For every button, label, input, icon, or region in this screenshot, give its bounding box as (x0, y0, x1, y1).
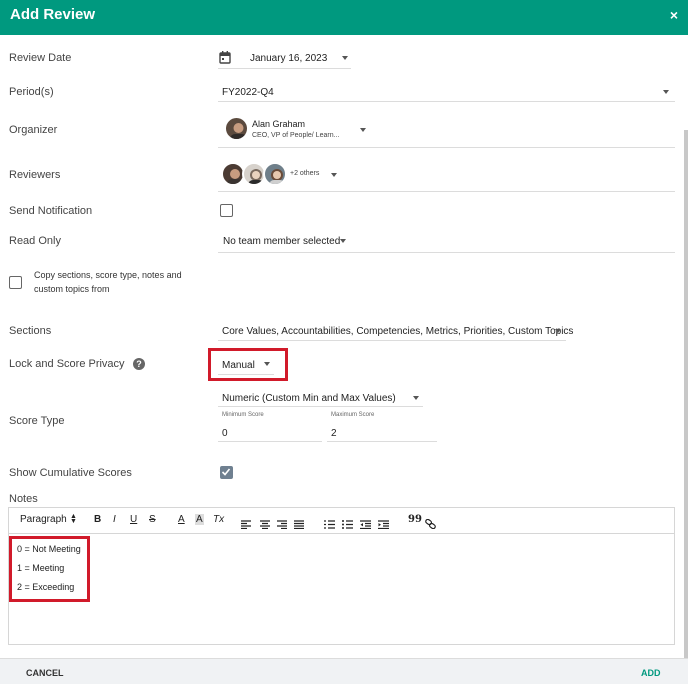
outdent-icon[interactable] (360, 516, 371, 534)
max-score-underline (327, 441, 437, 442)
organizer-underline (218, 147, 675, 148)
scrollbar[interactable] (684, 130, 688, 660)
sections-dropdown-icon[interactable] (555, 329, 561, 333)
strikethrough-icon[interactable]: S (149, 514, 156, 525)
dialog-title: Add Review (10, 6, 96, 23)
score-type-dropdown-icon[interactable] (413, 396, 419, 400)
calendar-icon[interactable] (219, 51, 231, 64)
sections-underline (218, 340, 566, 341)
align-justify-icon[interactable] (294, 516, 304, 534)
organizer-name: Alan Graham (252, 119, 306, 129)
paragraph-select[interactable]: Paragraph (20, 514, 67, 525)
notes-editor[interactable]: Paragraph ▲ ▼ B I U S A A Tx 99 0 = Not … (8, 507, 675, 645)
align-left-icon[interactable] (241, 516, 251, 534)
score-type-label: Score Type (9, 415, 65, 427)
underline-icon[interactable]: U (130, 514, 137, 525)
score-type-underline (218, 406, 423, 407)
periods-label: Period(s) (9, 86, 54, 98)
bullet-list-icon[interactable] (342, 516, 353, 534)
min-score-label: Minimum Score (222, 412, 264, 418)
lock-privacy-value[interactable]: Manual (222, 360, 255, 371)
reviewers-label: Reviewers (9, 169, 61, 181)
copy-sections-label-line2: custom topics from (34, 284, 110, 294)
clear-format-icon[interactable]: Tx (213, 514, 224, 525)
copy-sections-checkbox[interactable] (9, 276, 22, 289)
check-icon (221, 468, 231, 476)
organizer-dropdown-icon[interactable] (360, 128, 366, 132)
send-notification-checkbox[interactable] (220, 204, 233, 217)
quote-icon[interactable]: 99 (408, 514, 422, 525)
reviewers-others[interactable]: +2 others (290, 170, 319, 177)
align-center-icon[interactable] (260, 516, 270, 534)
read-only-dropdown-icon[interactable] (340, 239, 346, 243)
organizer-label: Organizer (9, 124, 58, 136)
sections-value[interactable]: Core Values, Accountabilities, Competenc… (222, 326, 573, 337)
help-icon[interactable]: ? (133, 358, 145, 370)
numbered-list-icon[interactable] (324, 516, 335, 534)
organizer-avatar (224, 116, 249, 141)
indent-icon[interactable] (378, 516, 389, 534)
dialog-footer: CANCEL ADD (0, 658, 688, 684)
review-date-label: Review Date (9, 52, 72, 64)
review-date-underline (218, 68, 351, 69)
dialog-header: Add Review × (0, 0, 688, 35)
review-date-value[interactable]: January 16, 2023 (250, 53, 327, 64)
min-score-input[interactable]: 0 (222, 428, 228, 439)
max-score-input[interactable]: 2 (331, 428, 337, 439)
sections-label: Sections (9, 325, 52, 337)
cumulative-scores-label: Show Cumulative Scores (9, 467, 132, 479)
periods-dropdown-icon[interactable] (663, 90, 669, 94)
cancel-button[interactable]: CANCEL (26, 668, 64, 678)
add-button[interactable]: ADD (641, 668, 661, 678)
review-date-dropdown-icon[interactable] (342, 56, 348, 60)
score-type-value[interactable]: Numeric (Custom Min and Max Values) (222, 393, 396, 404)
editor-toolbar: Paragraph ▲ ▼ B I U S A A Tx 99 (9, 508, 674, 534)
highlight-icon[interactable]: A (195, 514, 204, 525)
lock-privacy-underline (218, 374, 274, 375)
font-color-icon[interactable]: A (178, 514, 185, 525)
link-icon[interactable] (425, 516, 436, 534)
close-icon[interactable]: × (670, 7, 678, 23)
organizer-title: CEO, VP of People/ Learn... (252, 132, 340, 139)
lock-score-privacy-label: Lock and Score Privacy (9, 358, 125, 370)
copy-sections-label-line1: Copy sections, score type, notes and (34, 270, 182, 280)
read-only-underline (218, 252, 675, 253)
bold-icon[interactable]: B (94, 514, 101, 525)
notes-highlight-box (9, 536, 90, 602)
send-notification-label: Send Notification (9, 205, 93, 217)
periods-value[interactable]: FY2022-Q4 (222, 87, 274, 98)
notes-label: Notes (9, 493, 38, 505)
read-only-value[interactable]: No team member selected (223, 236, 340, 247)
reviewers-dropdown-icon[interactable] (331, 173, 337, 177)
periods-underline (218, 101, 675, 102)
reviewer-avatar-3 (263, 162, 287, 186)
cumulative-scores-checkbox[interactable] (220, 466, 233, 479)
reviewers-underline (218, 191, 675, 192)
read-only-label: Read Only (9, 235, 61, 247)
max-score-label: Maximum Score (331, 412, 375, 418)
lock-privacy-dropdown-icon[interactable] (264, 362, 270, 366)
min-score-underline (218, 441, 322, 442)
paragraph-arrows-icon[interactable]: ▲ ▼ (70, 513, 77, 525)
italic-icon[interactable]: I (113, 514, 116, 525)
align-right-icon[interactable] (277, 516, 287, 534)
